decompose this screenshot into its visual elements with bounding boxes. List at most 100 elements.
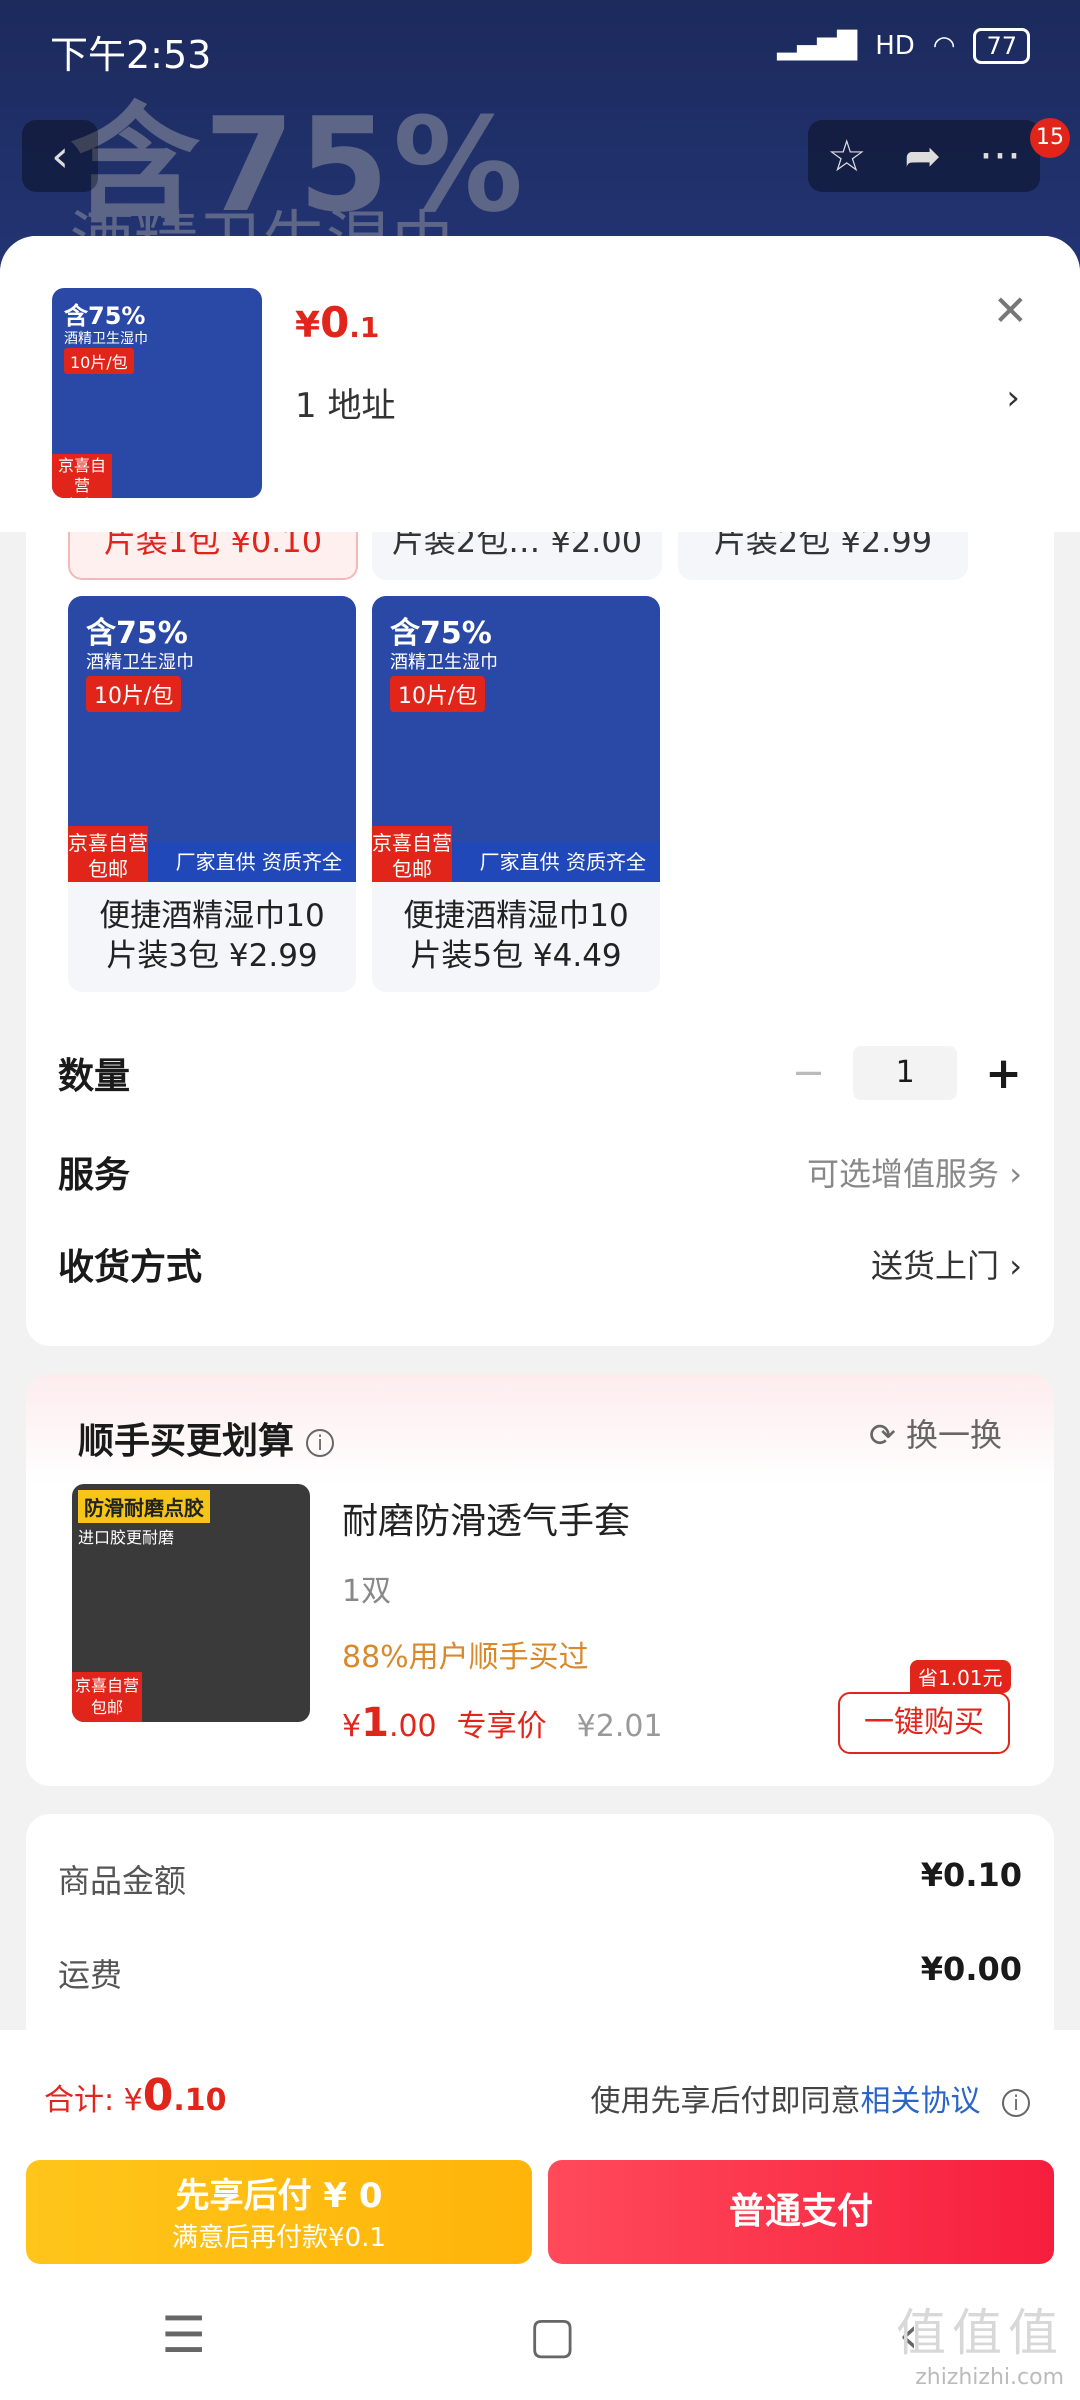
battery-icon: 77 <box>973 28 1030 64</box>
sku-img-subtitle: 酒精卫生湿巾 <box>86 652 194 673</box>
refresh-icon: ⟳ <box>869 1416 896 1454</box>
thumb-title: 含75% <box>64 302 146 330</box>
sku-option-1[interactable]: 片装1包 ¥0.10 <box>68 525 358 580</box>
chevron-right-icon: › <box>1009 1247 1022 1285</box>
delivery-label: 收货方式 <box>58 1247 203 1288</box>
thumb-count: 10片/包 <box>64 348 134 374</box>
home-icon[interactable]: ▢ <box>529 2306 576 2364</box>
pay-later-label: 先享后付 ¥ 0 <box>175 2176 383 2216</box>
price-symbol: ¥ <box>295 305 321 346</box>
chevron-right-icon: › <box>1009 1155 1022 1193</box>
delivery-value-text: 送货上门 <box>871 1247 1000 1285</box>
glove-image[interactable]: 防滑耐磨点胶 进口胶更耐磨 京喜自营 包邮 <box>72 1484 310 1722</box>
sku-img-tag2: 包邮 <box>88 857 128 881</box>
wifi-icon: ◠ <box>932 31 956 61</box>
chevron-right-icon[interactable]: › <box>1006 378 1020 418</box>
sku-img-title: 含75% <box>86 616 188 651</box>
agreement-link[interactable]: 相关协议 <box>860 2084 980 2119</box>
upsell-old-price: ¥2.01 <box>576 1709 663 1744</box>
glove-img-subtitle: 进口胶更耐磨 <box>78 1528 175 1547</box>
watermark: 值值值 zhizhizhi.com <box>896 2293 1064 2390</box>
purchase-sheet: 片装1包 ¥0.10 片装2包… ¥2.00 片装2包 ¥2.99 含75% 酒… <box>0 236 1080 2036</box>
quantity-input[interactable]: 1 <box>853 1046 958 1100</box>
sku-img-tag: 京喜自营 包邮 <box>372 826 452 882</box>
quantity-row: 数量 − 1 + <box>58 1046 1022 1100</box>
sku-label: 便捷酒精湿巾10 片装3包 ¥2.99 <box>68 882 356 976</box>
service-label: 服务 <box>58 1155 131 1196</box>
service-value-text: 可选增值服务 <box>807 1155 1000 1193</box>
service-value: 可选增值服务 › <box>807 1149 1022 1195</box>
thumb-subtitle: 酒精卫生湿巾 <box>64 331 148 347</box>
upsell-price-tag: 专享价 <box>456 1709 547 1744</box>
watermark-url: zhizhizhi.com <box>915 2365 1064 2390</box>
sku-price: ¥0.1 <box>295 298 379 347</box>
sku-image: 含75% 酒精卫生湿巾 10片/包 厂家直供 资质齐全 京喜自营 包邮 <box>372 596 660 882</box>
service-row[interactable]: 服务 可选增值服务 › <box>58 1146 1022 1198</box>
total-price: 合计: ¥0.10 <box>44 2070 227 2121</box>
sku-img-title: 含75% <box>390 616 492 651</box>
back-button[interactable]: ‹ <box>22 120 98 192</box>
sku-image: 含75% 酒精卫生湿巾 10片/包 厂家直供 资质齐全 京喜自营 包邮 <box>68 596 356 882</box>
upsell-price-dec: .00 <box>388 1709 437 1744</box>
fee-label: 运费 <box>58 1956 123 1994</box>
agreement-text: 使用先享后付即同意相关协议 i <box>590 2076 1030 2120</box>
menu-icon[interactable]: ☰ <box>161 2306 206 2364</box>
total-dec: .10 <box>173 2083 227 2118</box>
upsell-title: 顺手买更划算 i <box>78 1412 335 1464</box>
sku-label: 便捷酒精湿巾10 片装5包 ¥4.49 <box>372 882 660 976</box>
fee-value: ¥0.00 <box>920 1950 1022 1988</box>
upsell-spec: 1双 <box>342 1574 392 1609</box>
price-dec: .1 <box>349 311 380 344</box>
hd-label: HD <box>875 31 915 61</box>
more-icon[interactable]: ··· <box>979 131 1021 182</box>
sku-option-3[interactable]: 片装2包 ¥2.99 <box>678 525 968 580</box>
pay-button[interactable]: 普通支付 <box>548 2160 1054 2264</box>
sku-img-tag: 京喜自营 包邮 <box>68 826 148 882</box>
price-int: 0 <box>320 298 350 347</box>
glove-img-title: 防滑耐磨点胶 <box>78 1490 210 1523</box>
message-badge: 15 <box>1030 118 1070 158</box>
sku-option-5[interactable]: 含75% 酒精卫生湿巾 10片/包 厂家直供 资质齐全 京喜自营 包邮 便捷酒精湿… <box>372 596 660 992</box>
address-text[interactable]: 1 地址 <box>295 378 395 427</box>
info-icon[interactable]: i <box>306 1429 335 1457</box>
one-click-buy-button[interactable]: 一键购买 <box>838 1692 1010 1754</box>
save-badge: 省1.01元 <box>910 1660 1011 1693</box>
refresh-button[interactable]: ⟳ 换一换 <box>869 1410 1002 1456</box>
fee-row: 商品金额 ¥0.10 <box>58 1856 1022 1902</box>
plus-button[interactable]: + <box>985 1048 1022 1099</box>
thumb-tag: 京喜自营包邮 <box>52 454 112 498</box>
minus-button[interactable]: − <box>792 1050 826 1096</box>
pay-later-button[interactable]: 先享后付 ¥ 0 满意后再付款¥0.1 <box>26 2160 532 2264</box>
info-icon[interactable]: i <box>1002 2088 1030 2117</box>
signal-icon: ▂▄▆█ <box>777 31 858 61</box>
sku-option-2[interactable]: 片装2包… ¥2.00 <box>372 525 662 580</box>
share-icon[interactable]: ➦ <box>904 131 941 182</box>
close-icon[interactable]: ✕ <box>993 286 1028 335</box>
fee-panel: 商品金额 ¥0.10 运费 ¥0.00 <box>26 1814 1054 2036</box>
upsell-price: ¥1.00 专享价 ¥2.01 <box>342 1700 663 1746</box>
sku-img-tag1: 京喜自营 <box>372 831 452 855</box>
sku-panel: 片装1包 ¥0.10 片装2包… ¥2.00 片装2包 ¥2.99 含75% 酒… <box>26 525 1054 1346</box>
upsell-product-name[interactable]: 耐磨防滑透气手套 <box>342 1492 630 1544</box>
sku-option-4[interactable]: 含75% 酒精卫生湿巾 10片/包 厂家直供 资质齐全 京喜自营 包邮 便捷酒精湿… <box>68 596 356 992</box>
star-icon[interactable]: ☆ <box>827 131 866 182</box>
upsell-price-int: 1 <box>361 1700 389 1746</box>
upsell-hint: 88%用户顺手买过 <box>342 1640 589 1675</box>
delivery-value: 送货上门 › <box>871 1241 1022 1287</box>
fee-value: ¥0.10 <box>920 1856 1022 1894</box>
total-int: 0 <box>142 2070 174 2121</box>
upsell-price-symbol: ¥ <box>342 1709 362 1744</box>
top-actions: ☆ ➦ ··· <box>808 120 1040 192</box>
delivery-row[interactable]: 收货方式 送货上门 › <box>58 1238 1022 1290</box>
glove-img-tag2: 包邮 <box>90 1698 123 1717</box>
pay-later-sublabel: 满意后再付款¥0.1 <box>172 2223 386 2253</box>
status-icons: ▂▄▆█ HD ◠ 77 <box>777 28 1030 64</box>
sku-img-tag2: 包邮 <box>392 857 432 881</box>
status-bar: 下午2:53 ▂▄▆█ HD ◠ 77 <box>0 0 1080 95</box>
sku-img-subtitle: 酒精卫生湿巾 <box>390 652 498 673</box>
status-time: 下午2:53 <box>50 33 212 77</box>
sku-label-line1: 便捷酒精湿巾10 <box>99 898 325 934</box>
fee-row: 运费 ¥0.00 <box>58 1950 1022 1996</box>
sku-label-line2: 片装5包 ¥4.49 <box>410 938 622 974</box>
fee-label: 商品金额 <box>58 1862 187 1900</box>
